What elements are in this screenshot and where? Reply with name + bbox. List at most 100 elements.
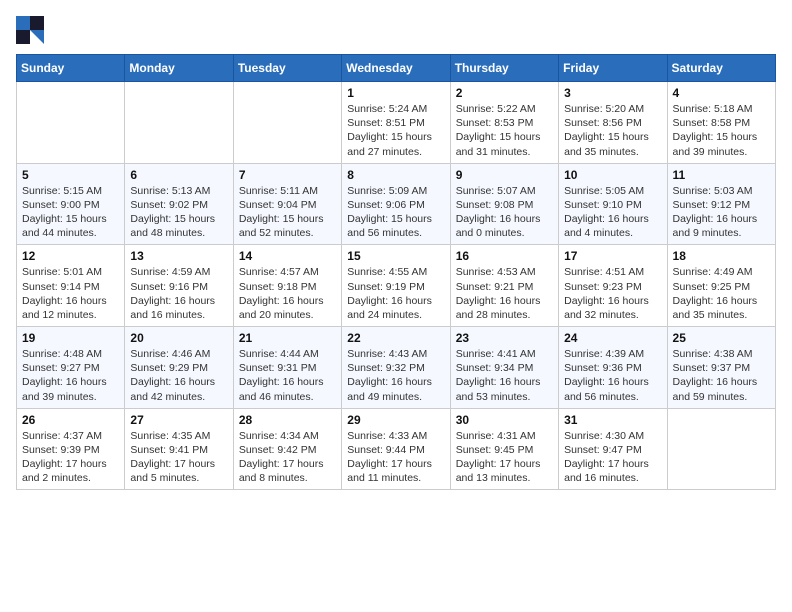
calendar-cell: 18 Sunrise: 4:49 AM Sunset: 9:25 PM Dayli… (667, 245, 775, 327)
day-info: Sunrise: 4:41 AM Sunset: 9:34 PM Dayligh… (456, 347, 553, 404)
day-number: 16 (456, 249, 553, 263)
calendar-cell: 27 Sunrise: 4:35 AM Sunset: 9:41 PM Dayli… (125, 408, 233, 490)
day-number: 18 (673, 249, 770, 263)
day-number: 30 (456, 413, 553, 427)
calendar-cell: 24 Sunrise: 4:39 AM Sunset: 9:36 PM Dayli… (559, 327, 667, 409)
day-number: 13 (130, 249, 227, 263)
logo-icon (16, 16, 44, 44)
day-info: Sunrise: 4:44 AM Sunset: 9:31 PM Dayligh… (239, 347, 336, 404)
day-info: Sunrise: 4:51 AM Sunset: 9:23 PM Dayligh… (564, 265, 661, 322)
day-info: Sunrise: 5:09 AM Sunset: 9:06 PM Dayligh… (347, 184, 444, 241)
calendar-cell: 31Sunrise: 4:30 AM Sunset: 9:47 PM Dayli… (559, 408, 667, 490)
day-info: Sunrise: 4:48 AM Sunset: 9:27 PM Dayligh… (22, 347, 119, 404)
calendar-cell (125, 82, 233, 164)
day-number: 24 (564, 331, 661, 345)
calendar-week-row: 19 Sunrise: 4:48 AM Sunset: 9:27 PM Dayli… (17, 327, 776, 409)
day-info: Sunrise: 4:59 AM Sunset: 9:16 PM Dayligh… (130, 265, 227, 322)
column-header-monday: Monday (125, 55, 233, 82)
calendar-cell: 16 Sunrise: 4:53 AM Sunset: 9:21 PM Dayli… (450, 245, 558, 327)
calendar-cell: 5 Sunrise: 5:15 AM Sunset: 9:00 PM Daylig… (17, 163, 125, 245)
day-info: Sunrise: 4:31 AM Sunset: 9:45 PM Dayligh… (456, 429, 553, 486)
column-header-saturday: Saturday (667, 55, 775, 82)
day-number: 8 (347, 168, 444, 182)
logo (16, 16, 48, 44)
calendar-cell: 30 Sunrise: 4:31 AM Sunset: 9:45 PM Dayli… (450, 408, 558, 490)
column-header-friday: Friday (559, 55, 667, 82)
calendar-cell (17, 82, 125, 164)
day-info: Sunrise: 5:07 AM Sunset: 9:08 PM Dayligh… (456, 184, 553, 241)
calendar-cell: 22Sunrise: 4:43 AM Sunset: 9:32 PM Dayli… (342, 327, 450, 409)
column-header-sunday: Sunday (17, 55, 125, 82)
calendar-cell: 20 Sunrise: 4:46 AM Sunset: 9:29 PM Dayli… (125, 327, 233, 409)
day-number: 5 (22, 168, 119, 182)
day-info: Sunrise: 4:53 AM Sunset: 9:21 PM Dayligh… (456, 265, 553, 322)
day-number: 3 (564, 86, 661, 100)
day-info: Sunrise: 4:57 AM Sunset: 9:18 PM Dayligh… (239, 265, 336, 322)
day-info: Sunrise: 5:18 AM Sunset: 8:58 PM Dayligh… (673, 102, 770, 159)
calendar-cell: 23 Sunrise: 4:41 AM Sunset: 9:34 PM Dayli… (450, 327, 558, 409)
column-header-tuesday: Tuesday (233, 55, 341, 82)
calendar-cell: 8 Sunrise: 5:09 AM Sunset: 9:06 PM Daylig… (342, 163, 450, 245)
day-number: 20 (130, 331, 227, 345)
day-info: Sunrise: 5:03 AM Sunset: 9:12 PM Dayligh… (673, 184, 770, 241)
day-number: 19 (22, 331, 119, 345)
day-info: Sunrise: 4:33 AM Sunset: 9:44 PM Dayligh… (347, 429, 444, 486)
calendar-cell: 11 Sunrise: 5:03 AM Sunset: 9:12 PM Dayli… (667, 163, 775, 245)
calendar-cell: 10 Sunrise: 5:05 AM Sunset: 9:10 PM Dayli… (559, 163, 667, 245)
calendar-week-row: 26 Sunrise: 4:37 AM Sunset: 9:39 PM Dayli… (17, 408, 776, 490)
day-info: Sunrise: 4:34 AM Sunset: 9:42 PM Dayligh… (239, 429, 336, 486)
day-info: Sunrise: 5:01 AM Sunset: 9:14 PM Dayligh… (22, 265, 119, 322)
calendar-cell: 7Sunrise: 5:11 AM Sunset: 9:04 PM Daylig… (233, 163, 341, 245)
day-info: Sunrise: 5:13 AM Sunset: 9:02 PM Dayligh… (130, 184, 227, 241)
calendar-cell: 9 Sunrise: 5:07 AM Sunset: 9:08 PM Daylig… (450, 163, 558, 245)
day-number: 28 (239, 413, 336, 427)
page-header (16, 16, 776, 44)
day-number: 21 (239, 331, 336, 345)
calendar-cell: 26 Sunrise: 4:37 AM Sunset: 9:39 PM Dayli… (17, 408, 125, 490)
day-number: 4 (673, 86, 770, 100)
day-number: 9 (456, 168, 553, 182)
day-number: 12 (22, 249, 119, 263)
day-info: Sunrise: 4:49 AM Sunset: 9:25 PM Dayligh… (673, 265, 770, 322)
day-info: Sunrise: 4:38 AM Sunset: 9:37 PM Dayligh… (673, 347, 770, 404)
day-number: 14 (239, 249, 336, 263)
day-info: Sunrise: 5:24 AM Sunset: 8:51 PM Dayligh… (347, 102, 444, 159)
calendar-cell: 17Sunrise: 4:51 AM Sunset: 9:23 PM Dayli… (559, 245, 667, 327)
calendar-cell: 4 Sunrise: 5:18 AM Sunset: 8:58 PM Daylig… (667, 82, 775, 164)
calendar-cell: 29 Sunrise: 4:33 AM Sunset: 9:44 PM Dayli… (342, 408, 450, 490)
column-header-wednesday: Wednesday (342, 55, 450, 82)
day-number: 31 (564, 413, 661, 427)
day-info: Sunrise: 5:15 AM Sunset: 9:00 PM Dayligh… (22, 184, 119, 241)
calendar-week-row: 5 Sunrise: 5:15 AM Sunset: 9:00 PM Daylig… (17, 163, 776, 245)
calendar-week-row: 12 Sunrise: 5:01 AM Sunset: 9:14 PM Dayli… (17, 245, 776, 327)
day-info: Sunrise: 5:20 AM Sunset: 8:56 PM Dayligh… (564, 102, 661, 159)
calendar-cell: 1 Sunrise: 5:24 AM Sunset: 8:51 PM Daylig… (342, 82, 450, 164)
day-number: 10 (564, 168, 661, 182)
day-number: 29 (347, 413, 444, 427)
calendar-cell: 14 Sunrise: 4:57 AM Sunset: 9:18 PM Dayli… (233, 245, 341, 327)
day-number: 11 (673, 168, 770, 182)
day-info: Sunrise: 4:39 AM Sunset: 9:36 PM Dayligh… (564, 347, 661, 404)
day-number: 22 (347, 331, 444, 345)
column-header-thursday: Thursday (450, 55, 558, 82)
calendar-cell: 6Sunrise: 5:13 AM Sunset: 9:02 PM Daylig… (125, 163, 233, 245)
day-number: 1 (347, 86, 444, 100)
day-number: 26 (22, 413, 119, 427)
day-number: 27 (130, 413, 227, 427)
day-info: Sunrise: 4:46 AM Sunset: 9:29 PM Dayligh… (130, 347, 227, 404)
calendar-cell: 12 Sunrise: 5:01 AM Sunset: 9:14 PM Dayli… (17, 245, 125, 327)
calendar-cell: 19 Sunrise: 4:48 AM Sunset: 9:27 PM Dayli… (17, 327, 125, 409)
day-number: 23 (456, 331, 553, 345)
calendar-cell: 25 Sunrise: 4:38 AM Sunset: 9:37 PM Dayli… (667, 327, 775, 409)
calendar-cell: 15Sunrise: 4:55 AM Sunset: 9:19 PM Dayli… (342, 245, 450, 327)
calendar-cell: 13 Sunrise: 4:59 AM Sunset: 9:16 PM Dayli… (125, 245, 233, 327)
day-info: Sunrise: 4:55 AM Sunset: 9:19 PM Dayligh… (347, 265, 444, 322)
day-info: Sunrise: 4:37 AM Sunset: 9:39 PM Dayligh… (22, 429, 119, 486)
calendar-cell: 21 Sunrise: 4:44 AM Sunset: 9:31 PM Dayli… (233, 327, 341, 409)
day-info: Sunrise: 5:22 AM Sunset: 8:53 PM Dayligh… (456, 102, 553, 159)
day-info: Sunrise: 5:05 AM Sunset: 9:10 PM Dayligh… (564, 184, 661, 241)
day-number: 7 (239, 168, 336, 182)
day-info: Sunrise: 4:35 AM Sunset: 9:41 PM Dayligh… (130, 429, 227, 486)
day-number: 25 (673, 331, 770, 345)
calendar-cell: 2Sunrise: 5:22 AM Sunset: 8:53 PM Daylig… (450, 82, 558, 164)
